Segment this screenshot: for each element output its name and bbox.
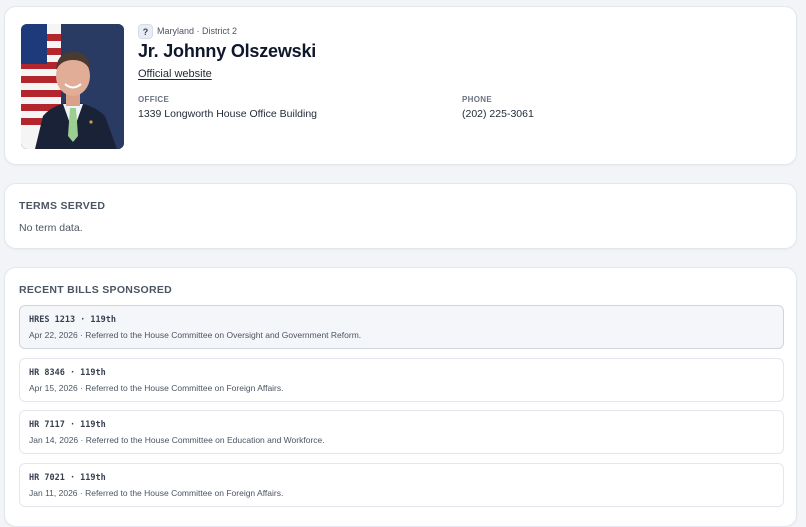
terms-empty-message: No term data.: [19, 222, 83, 234]
terms-served-card: TERMS SERVED No term data.: [4, 183, 797, 249]
bill-id: HR 7021 · 119th: [29, 473, 106, 483]
terms-section-title: TERMS SERVED: [19, 200, 106, 212]
district-label: Maryland · District 2: [157, 26, 238, 36]
office-label: OFFICE: [138, 95, 170, 104]
official-website-link[interactable]: Official website: [138, 68, 212, 80]
bill-status: Jan 14, 2026 · Referred to the House Com…: [29, 435, 325, 445]
member-name: Jr. Johnny Olszewski: [138, 41, 317, 61]
bill-status: Apr 22, 2026 · Referred to the House Com…: [29, 330, 362, 340]
phone-value: (202) 225-3061: [462, 108, 534, 120]
bill-item[interactable]: HR 8346 · 119th Apr 15, 2026 · Referred …: [19, 358, 784, 402]
bills-section-title: RECENT BILLS SPONSORED: [19, 284, 173, 296]
bill-status: Apr 15, 2026 · Referred to the House Com…: [29, 383, 284, 393]
bill-id: HRES 1213 · 119th: [29, 315, 116, 325]
member-profile-card: ? Maryland · District 2 Jr. Johnny Olsze…: [4, 6, 797, 165]
bill-id: HR 8346 · 119th: [29, 368, 106, 378]
bill-status: Jan 11, 2026 · Referred to the House Com…: [29, 488, 284, 498]
bill-item[interactable]: HR 7021 · 119th Jan 11, 2026 · Referred …: [19, 463, 784, 507]
party-badge: ?: [138, 24, 153, 39]
bill-id: HR 7117 · 119th: [29, 420, 106, 430]
phone-label: PHONE: [462, 95, 492, 104]
office-value: 1339 Longworth House Office Building: [138, 108, 318, 120]
member-photo: [21, 24, 124, 149]
recent-bills-card: RECENT BILLS SPONSORED HRES 1213 · 119th…: [4, 267, 797, 527]
bill-item[interactable]: HR 7117 · 119th Jan 14, 2026 · Referred …: [19, 410, 784, 454]
bill-item[interactable]: HRES 1213 · 119th Apr 22, 2026 · Referre…: [19, 305, 784, 349]
